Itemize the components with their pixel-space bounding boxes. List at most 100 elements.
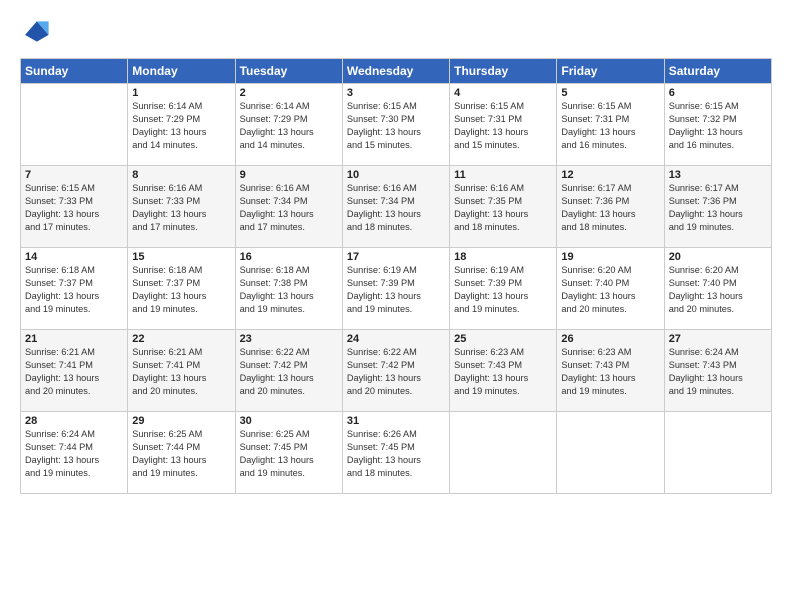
day-info: Sunrise: 6:18 AM Sunset: 7:37 PM Dayligh…: [132, 264, 230, 316]
day-number: 23: [240, 333, 338, 345]
weekday-header-tuesday: Tuesday: [235, 59, 342, 84]
calendar-cell: 6Sunrise: 6:15 AM Sunset: 7:32 PM Daylig…: [664, 84, 771, 166]
day-number: 10: [347, 169, 445, 181]
calendar-cell: 13Sunrise: 6:17 AM Sunset: 7:36 PM Dayli…: [664, 166, 771, 248]
day-info: Sunrise: 6:26 AM Sunset: 7:45 PM Dayligh…: [347, 428, 445, 480]
day-number: 20: [669, 251, 767, 263]
calendar-cell: 18Sunrise: 6:19 AM Sunset: 7:39 PM Dayli…: [450, 248, 557, 330]
calendar-cell: 27Sunrise: 6:24 AM Sunset: 7:43 PM Dayli…: [664, 330, 771, 412]
day-number: 30: [240, 415, 338, 427]
calendar-cell: 1Sunrise: 6:14 AM Sunset: 7:29 PM Daylig…: [128, 84, 235, 166]
day-number: 12: [561, 169, 659, 181]
calendar-cell: 2Sunrise: 6:14 AM Sunset: 7:29 PM Daylig…: [235, 84, 342, 166]
day-number: 29: [132, 415, 230, 427]
day-number: 6: [669, 87, 767, 99]
weekday-header-sunday: Sunday: [21, 59, 128, 84]
page-header: [20, 18, 772, 50]
calendar-cell: 19Sunrise: 6:20 AM Sunset: 7:40 PM Dayli…: [557, 248, 664, 330]
calendar-cell: 5Sunrise: 6:15 AM Sunset: 7:31 PM Daylig…: [557, 84, 664, 166]
weekday-header-wednesday: Wednesday: [342, 59, 449, 84]
day-number: 5: [561, 87, 659, 99]
day-number: 16: [240, 251, 338, 263]
calendar-cell: 3Sunrise: 6:15 AM Sunset: 7:30 PM Daylig…: [342, 84, 449, 166]
calendar-cell: 30Sunrise: 6:25 AM Sunset: 7:45 PM Dayli…: [235, 412, 342, 494]
day-info: Sunrise: 6:21 AM Sunset: 7:41 PM Dayligh…: [25, 346, 123, 398]
day-info: Sunrise: 6:17 AM Sunset: 7:36 PM Dayligh…: [561, 182, 659, 234]
calendar-week-row: 1Sunrise: 6:14 AM Sunset: 7:29 PM Daylig…: [21, 84, 772, 166]
calendar-cell: 8Sunrise: 6:16 AM Sunset: 7:33 PM Daylig…: [128, 166, 235, 248]
day-info: Sunrise: 6:23 AM Sunset: 7:43 PM Dayligh…: [454, 346, 552, 398]
day-info: Sunrise: 6:14 AM Sunset: 7:29 PM Dayligh…: [240, 100, 338, 152]
day-info: Sunrise: 6:19 AM Sunset: 7:39 PM Dayligh…: [347, 264, 445, 316]
day-number: 3: [347, 87, 445, 99]
logo-icon: [20, 18, 52, 50]
calendar-week-row: 28Sunrise: 6:24 AM Sunset: 7:44 PM Dayli…: [21, 412, 772, 494]
day-number: 1: [132, 87, 230, 99]
day-info: Sunrise: 6:25 AM Sunset: 7:44 PM Dayligh…: [132, 428, 230, 480]
day-number: 26: [561, 333, 659, 345]
day-info: Sunrise: 6:16 AM Sunset: 7:33 PM Dayligh…: [132, 182, 230, 234]
day-number: 17: [347, 251, 445, 263]
day-info: Sunrise: 6:15 AM Sunset: 7:31 PM Dayligh…: [454, 100, 552, 152]
day-number: 9: [240, 169, 338, 181]
calendar-cell: 9Sunrise: 6:16 AM Sunset: 7:34 PM Daylig…: [235, 166, 342, 248]
day-info: Sunrise: 6:19 AM Sunset: 7:39 PM Dayligh…: [454, 264, 552, 316]
day-number: 4: [454, 87, 552, 99]
calendar-cell: 4Sunrise: 6:15 AM Sunset: 7:31 PM Daylig…: [450, 84, 557, 166]
day-number: 8: [132, 169, 230, 181]
day-number: 18: [454, 251, 552, 263]
weekday-header-saturday: Saturday: [664, 59, 771, 84]
calendar-cell: 15Sunrise: 6:18 AM Sunset: 7:37 PM Dayli…: [128, 248, 235, 330]
day-number: 22: [132, 333, 230, 345]
calendar-cell: 7Sunrise: 6:15 AM Sunset: 7:33 PM Daylig…: [21, 166, 128, 248]
day-info: Sunrise: 6:22 AM Sunset: 7:42 PM Dayligh…: [240, 346, 338, 398]
weekday-header-row: SundayMondayTuesdayWednesdayThursdayFrid…: [21, 59, 772, 84]
day-info: Sunrise: 6:17 AM Sunset: 7:36 PM Dayligh…: [669, 182, 767, 234]
calendar-cell: 29Sunrise: 6:25 AM Sunset: 7:44 PM Dayli…: [128, 412, 235, 494]
calendar-cell: 12Sunrise: 6:17 AM Sunset: 7:36 PM Dayli…: [557, 166, 664, 248]
calendar-cell: 11Sunrise: 6:16 AM Sunset: 7:35 PM Dayli…: [450, 166, 557, 248]
calendar-cell: [450, 412, 557, 494]
day-info: Sunrise: 6:20 AM Sunset: 7:40 PM Dayligh…: [561, 264, 659, 316]
day-info: Sunrise: 6:15 AM Sunset: 7:31 PM Dayligh…: [561, 100, 659, 152]
day-info: Sunrise: 6:18 AM Sunset: 7:37 PM Dayligh…: [25, 264, 123, 316]
calendar-week-row: 14Sunrise: 6:18 AM Sunset: 7:37 PM Dayli…: [21, 248, 772, 330]
calendar-cell: 23Sunrise: 6:22 AM Sunset: 7:42 PM Dayli…: [235, 330, 342, 412]
calendar-cell: 10Sunrise: 6:16 AM Sunset: 7:34 PM Dayli…: [342, 166, 449, 248]
calendar-cell: 31Sunrise: 6:26 AM Sunset: 7:45 PM Dayli…: [342, 412, 449, 494]
weekday-header-thursday: Thursday: [450, 59, 557, 84]
day-number: 31: [347, 415, 445, 427]
day-number: 7: [25, 169, 123, 181]
weekday-header-friday: Friday: [557, 59, 664, 84]
day-info: Sunrise: 6:15 AM Sunset: 7:33 PM Dayligh…: [25, 182, 123, 234]
calendar-cell: [664, 412, 771, 494]
day-number: 2: [240, 87, 338, 99]
day-info: Sunrise: 6:15 AM Sunset: 7:30 PM Dayligh…: [347, 100, 445, 152]
day-info: Sunrise: 6:15 AM Sunset: 7:32 PM Dayligh…: [669, 100, 767, 152]
day-info: Sunrise: 6:22 AM Sunset: 7:42 PM Dayligh…: [347, 346, 445, 398]
calendar-week-row: 7Sunrise: 6:15 AM Sunset: 7:33 PM Daylig…: [21, 166, 772, 248]
day-info: Sunrise: 6:23 AM Sunset: 7:43 PM Dayligh…: [561, 346, 659, 398]
calendar-cell: 16Sunrise: 6:18 AM Sunset: 7:38 PM Dayli…: [235, 248, 342, 330]
calendar-cell: 14Sunrise: 6:18 AM Sunset: 7:37 PM Dayli…: [21, 248, 128, 330]
calendar-cell: 21Sunrise: 6:21 AM Sunset: 7:41 PM Dayli…: [21, 330, 128, 412]
calendar-cell: 26Sunrise: 6:23 AM Sunset: 7:43 PM Dayli…: [557, 330, 664, 412]
day-number: 14: [25, 251, 123, 263]
calendar-week-row: 21Sunrise: 6:21 AM Sunset: 7:41 PM Dayli…: [21, 330, 772, 412]
day-number: 19: [561, 251, 659, 263]
calendar-cell: 22Sunrise: 6:21 AM Sunset: 7:41 PM Dayli…: [128, 330, 235, 412]
day-number: 25: [454, 333, 552, 345]
calendar-cell: 28Sunrise: 6:24 AM Sunset: 7:44 PM Dayli…: [21, 412, 128, 494]
day-info: Sunrise: 6:20 AM Sunset: 7:40 PM Dayligh…: [669, 264, 767, 316]
calendar-cell: 17Sunrise: 6:19 AM Sunset: 7:39 PM Dayli…: [342, 248, 449, 330]
calendar-cell: 24Sunrise: 6:22 AM Sunset: 7:42 PM Dayli…: [342, 330, 449, 412]
calendar-cell: [21, 84, 128, 166]
day-number: 27: [669, 333, 767, 345]
day-number: 28: [25, 415, 123, 427]
day-number: 11: [454, 169, 552, 181]
day-info: Sunrise: 6:14 AM Sunset: 7:29 PM Dayligh…: [132, 100, 230, 152]
logo: [20, 18, 56, 50]
day-info: Sunrise: 6:25 AM Sunset: 7:45 PM Dayligh…: [240, 428, 338, 480]
day-info: Sunrise: 6:16 AM Sunset: 7:34 PM Dayligh…: [240, 182, 338, 234]
day-info: Sunrise: 6:24 AM Sunset: 7:44 PM Dayligh…: [25, 428, 123, 480]
